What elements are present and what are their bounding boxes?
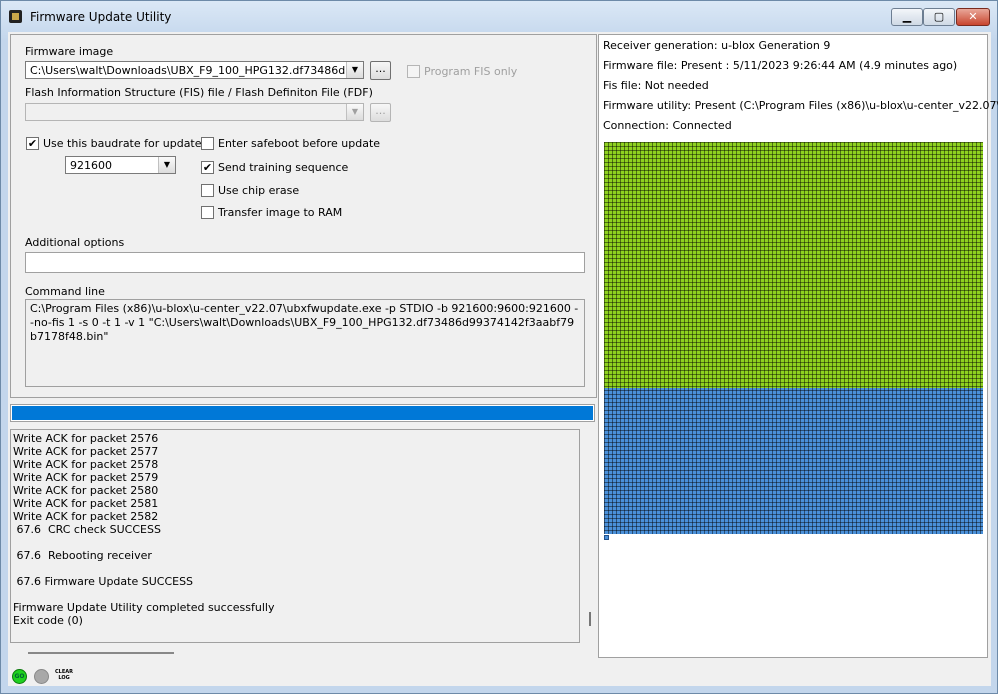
enter-safeboot-checkbox[interactable] [201,137,214,150]
firmware-image-combo[interactable]: C:\Users\walt\Downloads\UBX_F9_100_HPG13… [25,61,364,79]
log-line: Write ACK for packet 2582 [13,510,159,523]
block-cells [604,142,983,534]
log-output: Write ACK for packet 2576 Write ACK for p… [10,429,580,643]
chip-icon [9,10,22,23]
log-line: Write ACK for packet 2581 [13,497,159,510]
status-panel: Receiver generation: u-blox Generation 9… [598,34,998,658]
additional-options-input[interactable] [25,252,585,273]
send-training-label: Send training sequence [218,161,349,174]
progress-fill [12,406,593,420]
log-horizontal-scrollbar[interactable] [28,652,174,654]
log-line: Exit code (0) [13,614,83,627]
use-baudrate-label: Use this baudrate for update [43,137,202,150]
program-fis-only-label: Program FIS only [424,65,518,78]
stop-button[interactable] [34,669,49,684]
update-progress-bar [10,404,595,422]
fis-file-label: Flash Information Structure (FIS) file /… [25,86,373,99]
chevron-down-icon[interactable]: ▼ [346,62,363,78]
settings-panel: Firmware image C:\Users\walt\Downloads\U… [10,34,597,398]
chevron-down-icon[interactable]: ▼ [346,104,363,120]
baudrate-value: 921600 [70,159,112,172]
log-line: Write ACK for packet 2577 [13,445,159,458]
log-line: Firmware Update Utility completed succes… [13,601,275,614]
use-chip-erase-label: Use chip erase [218,184,300,197]
log-line: Write ACK for packet 2580 [13,484,159,497]
use-baudrate-checkbox[interactable]: ✔ [26,137,39,150]
fis-file-combo[interactable]: ▼ [25,103,364,121]
maximize-button[interactable]: ▢ [923,8,955,26]
transfer-ram-label: Transfer image to RAM [218,206,343,219]
firmware-browse-button[interactable]: ... [370,61,391,80]
log-line: 67.6 CRC check SUCCESS [13,523,161,536]
firmware-utility-status: Firmware utility: Present (C:\Program Fi… [603,99,998,112]
log-line: Write ACK for packet 2579 [13,471,159,484]
window-title: Firmware Update Utility [30,10,172,24]
firmware-update-window: Firmware Update Utility ▁ ▢ ✕ Firmware i… [0,0,998,694]
fis-file-status: Fis file: Not needed [603,79,709,92]
send-training-checkbox[interactable]: ✔ [201,161,214,174]
baudrate-combo[interactable]: 921600 ▼ [65,156,176,174]
packet-progress-grid [604,142,983,540]
last-block [604,535,609,540]
title-bar[interactable]: Firmware Update Utility ▁ ▢ ✕ [1,1,997,32]
firmware-image-label: Firmware image [25,45,114,58]
use-chip-erase-checkbox[interactable] [201,184,214,197]
command-line-text: C:\Program Files (x86)\u-blox\u-center_v… [25,299,585,387]
command-line-label: Command line [25,285,105,298]
receiver-generation: Receiver generation: u-blox Generation 9 [603,39,831,52]
firmware-image-path: C:\Users\walt\Downloads\UBX_F9_100_HPG13… [30,64,345,77]
client-area: Firmware image C:\Users\walt\Downloads\U… [8,32,998,686]
chevron-down-icon[interactable]: ▼ [158,157,175,173]
transfer-ram-checkbox[interactable] [201,206,214,219]
log-line: Write ACK for packet 2576 [13,432,159,445]
program-fis-only-checkbox[interactable] [407,65,420,78]
status-bar: GO CLEAR LOG [8,662,991,686]
clear-log-button[interactable]: CLEAR LOG [55,669,73,684]
log-line: 67.6 Firmware Update SUCCESS [13,575,194,588]
go-button[interactable]: GO [12,669,27,684]
enter-safeboot-label: Enter safeboot before update [218,137,381,150]
close-button[interactable]: ✕ [956,8,990,26]
log-line: 67.6 Rebooting receiver [13,549,152,562]
minimize-button[interactable]: ▁ [891,8,923,26]
log-scrollbar[interactable] [589,612,591,626]
log-line: Write ACK for packet 2578 [13,458,159,471]
connection-status: Connection: Connected [603,119,732,132]
firmware-file-status: Firmware file: Present : 5/11/2023 9:26:… [603,59,958,72]
additional-options-label: Additional options [25,236,125,249]
fis-browse-button[interactable]: ... [370,103,391,122]
